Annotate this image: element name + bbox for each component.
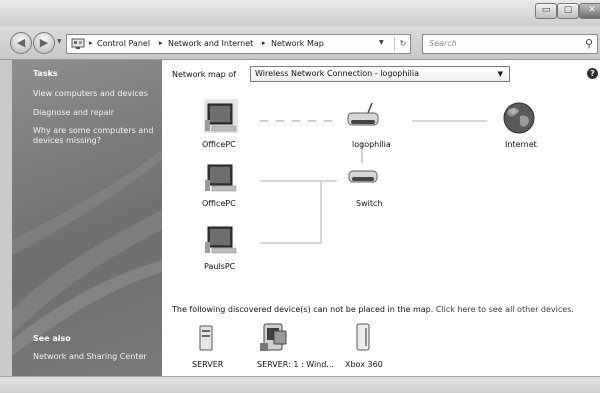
switch-paulspc-link-line bbox=[260, 181, 322, 244]
unplaced-devices-message: The following discovered device(s) can n… bbox=[172, 305, 574, 314]
close-button[interactable]: ✕ bbox=[579, 3, 600, 19]
title-bar: ▭ ▢ ✕ bbox=[0, 0, 600, 26]
computer-icon[interactable] bbox=[205, 226, 237, 254]
breadcrumb-separator-icon[interactable]: ▸ bbox=[262, 39, 266, 47]
breadcrumb-network-and-internet[interactable]: Network and Internet bbox=[168, 39, 253, 48]
see-also-network-and-sharing-center[interactable]: Network and Sharing Center bbox=[33, 352, 147, 362]
breadcrumb-separator-icon[interactable]: ▸ bbox=[159, 39, 163, 47]
unplaced-devices-text: The following discovered device(s) can n… bbox=[172, 305, 434, 314]
device-label-officepc: OfficePC bbox=[202, 140, 236, 149]
computer-icon[interactable] bbox=[204, 99, 238, 133]
breadcrumb-separator-icon[interactable]: ▸ bbox=[89, 39, 93, 47]
back-button[interactable]: ◀ bbox=[10, 32, 32, 54]
router-icon[interactable] bbox=[347, 102, 379, 126]
internet-globe-icon[interactable] bbox=[503, 102, 535, 134]
device-label-paulspc: PaulsPC bbox=[204, 262, 236, 271]
search-placeholder: Search bbox=[429, 39, 457, 48]
tasks-heading: Tasks bbox=[33, 69, 58, 78]
network-map-window: ▭ ▢ ✕ ◀ ▶ ▼ ▸ Control Panel ▸ Network an… bbox=[0, 0, 600, 393]
network-map-diagram bbox=[199, 99, 535, 351]
task-pane: Tasks View computers and devices Diagnos… bbox=[12, 60, 162, 376]
address-bar[interactable]: ▸ Control Panel ▸ Network and Internet ▸… bbox=[66, 34, 411, 54]
unplaced-device-label-xbox-360: Xbox 360 bbox=[345, 360, 383, 369]
task-diagnose-and-repair[interactable]: Diagnose and repair bbox=[33, 108, 114, 118]
server-icon[interactable] bbox=[199, 325, 213, 351]
recent-pages-chevron-icon[interactable]: ▼ bbox=[57, 38, 62, 45]
device-label-logophilia: logophilia bbox=[352, 140, 391, 149]
minimize-button[interactable]: ▭ bbox=[535, 3, 557, 19]
maximize-button[interactable]: ▢ bbox=[557, 3, 579, 19]
task-why-devices-missing-line1[interactable]: Why are some computers and bbox=[33, 126, 153, 136]
status-bar bbox=[0, 376, 600, 393]
address-toolbar: ◀ ▶ ▼ ▸ Control Panel ▸ Network and Inte… bbox=[0, 26, 600, 60]
breadcrumb-network-map[interactable]: Network Map bbox=[271, 39, 324, 48]
task-view-computers-and-devices[interactable]: View computers and devices bbox=[33, 89, 148, 99]
computer-icon[interactable] bbox=[205, 164, 237, 192]
media-device-icon[interactable] bbox=[260, 323, 287, 351]
breadcrumb-control-panel[interactable]: Control Panel bbox=[97, 39, 150, 48]
search-icon[interactable]: ⚲ bbox=[585, 37, 593, 50]
device-label-switch: Switch bbox=[356, 199, 383, 208]
xbox-console-icon[interactable] bbox=[356, 323, 370, 351]
network-map-pane: Network map of Wireless Network Connecti… bbox=[162, 60, 600, 376]
forward-button[interactable]: ▶ bbox=[33, 32, 55, 54]
see-also-heading: See also bbox=[33, 334, 71, 343]
refresh-button[interactable]: ↻ bbox=[394, 37, 411, 51]
address-dropdown-icon[interactable]: ▼ bbox=[379, 39, 384, 46]
unplaced-device-label-server: SERVER bbox=[192, 360, 224, 369]
unplaced-device-label-server-windows: SERVER: 1 : Wind... bbox=[257, 360, 334, 369]
control-panel-icon bbox=[71, 38, 85, 49]
search-input[interactable]: Search ⚲ bbox=[422, 34, 598, 54]
switch-icon[interactable] bbox=[348, 170, 378, 183]
device-label-officepc: OfficePC bbox=[202, 199, 236, 208]
task-why-devices-missing-line2[interactable]: devices missing? bbox=[33, 136, 101, 146]
see-all-other-devices-link[interactable]: Click here to see all other devices. bbox=[436, 305, 574, 314]
device-label-internet: Internet bbox=[505, 140, 537, 149]
